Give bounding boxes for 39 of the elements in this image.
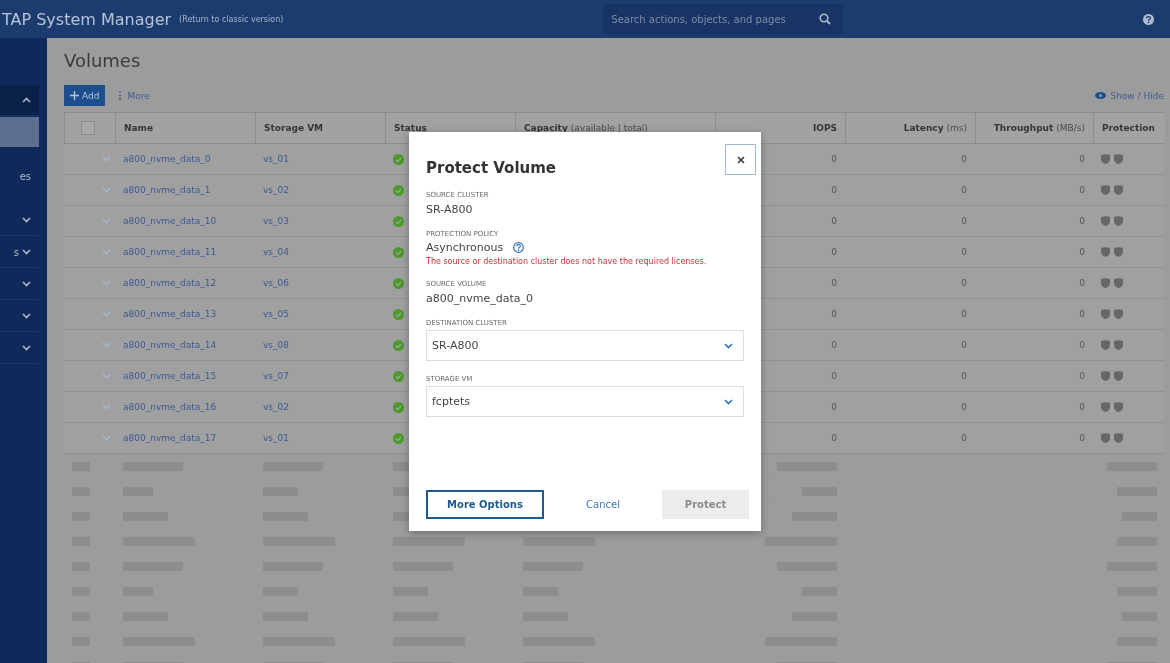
throughput-cell: 0	[1079, 216, 1085, 226]
field-value: SR-A800	[426, 203, 474, 216]
latency-cell: 0	[961, 216, 967, 226]
sidebar-label: s	[13, 246, 19, 258]
throughput-cell: 0	[1079, 247, 1085, 257]
iops-cell: 0	[831, 216, 837, 226]
iops-cell: 0	[831, 185, 837, 195]
iops-cell: 0	[831, 433, 837, 443]
iops-cell: 0	[831, 309, 837, 319]
throughput-cell: 0	[1079, 309, 1085, 319]
latency-cell: 0	[961, 371, 967, 381]
latency-cell: 0	[961, 309, 967, 319]
latency-cell: 0	[961, 278, 967, 288]
iops-cell: 0	[831, 154, 837, 164]
iops-cell: 0	[831, 247, 837, 257]
latency-cell: 0	[961, 185, 967, 195]
latency-cell: 0	[961, 154, 967, 164]
latency-cell: 0	[961, 402, 967, 412]
throughput-cell: 0	[1079, 154, 1085, 164]
app-title: TAP System Manager	[2, 9, 172, 29]
sidebar-label: es	[19, 170, 31, 182]
latency-cell: 0	[961, 433, 967, 443]
latency-cell: 0	[961, 247, 967, 257]
throughput-cell: 0	[1079, 278, 1085, 288]
throughput-cell: 0	[1079, 402, 1085, 412]
throughput-cell: 0	[1079, 433, 1085, 443]
throughput-cell: 0	[1079, 340, 1085, 350]
throughput-cell: 0	[1079, 185, 1085, 195]
field-value: Asynchronous	[426, 241, 504, 254]
iops-cell: 0	[831, 402, 837, 412]
error-message: The source or destination cluster does not have the required licenses.	[426, 257, 708, 266]
throughput-cell: 0	[1079, 371, 1085, 381]
page-title: Volumes	[64, 50, 142, 71]
field-value: a800_nvme_data_0	[426, 292, 534, 305]
iops-cell: 0	[831, 340, 837, 350]
iops-cell: 0	[831, 371, 837, 381]
iops-cell: 0	[831, 278, 837, 288]
dialog-title: Protect Volume	[426, 159, 557, 177]
latency-cell: 0	[961, 340, 967, 350]
